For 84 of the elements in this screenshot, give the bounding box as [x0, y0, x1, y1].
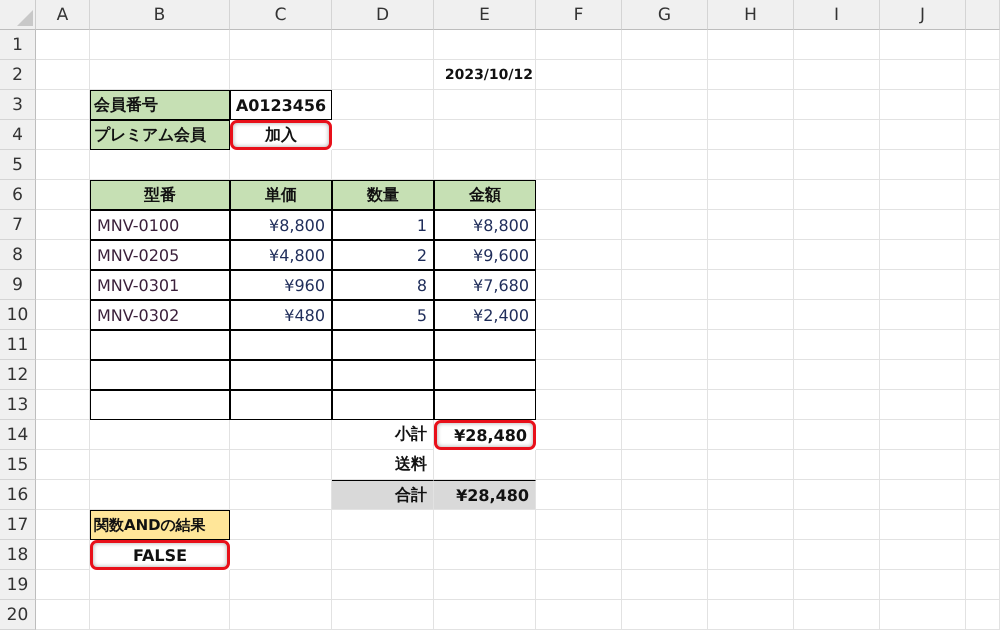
value-cell: A0123456 — [230, 90, 332, 120]
model-cell: MNV-0301 — [90, 270, 230, 300]
empty-cell — [966, 270, 1000, 300]
row-header[interactable]: 19 — [0, 570, 36, 600]
column-header[interactable]: F — [536, 0, 622, 30]
row-header[interactable]: 20 — [0, 600, 36, 630]
row-header[interactable]: 15 — [0, 450, 36, 480]
header-cell: 金額 — [434, 180, 536, 210]
column-header[interactable] — [966, 0, 1000, 30]
quantity-cell: 8 — [332, 270, 434, 300]
column-header[interactable]: E — [434, 0, 536, 30]
amount-cell: ¥8,800 — [434, 210, 536, 240]
column-header[interactable]: J — [880, 0, 966, 30]
empty-cell — [966, 240, 1000, 270]
row-header[interactable]: 2 — [0, 60, 36, 90]
header-cell: 数量 — [332, 180, 434, 210]
row-header[interactable]: 16 — [0, 480, 36, 510]
row-header[interactable]: 14 — [0, 420, 36, 450]
empty-cell — [966, 540, 1000, 570]
column-header[interactable]: I — [794, 0, 880, 30]
empty-cell — [966, 570, 1000, 600]
row-header[interactable]: 3 — [0, 90, 36, 120]
row-header[interactable]: 11 — [0, 330, 36, 360]
label-cell: 会員番号 — [90, 90, 230, 120]
model-cell: MNV-0100 — [90, 210, 230, 240]
column-header[interactable]: C — [230, 0, 332, 30]
value-cell: 加入 — [230, 120, 332, 150]
amount-cell: ¥2,400 — [434, 300, 536, 330]
label-cell: プレミアム会員 — [90, 120, 230, 150]
row-header[interactable]: 10 — [0, 300, 36, 330]
corner-cell[interactable] — [0, 0, 36, 30]
column-header[interactable]: G — [622, 0, 708, 30]
column-header[interactable]: B — [90, 0, 230, 30]
empty-cell — [966, 120, 1000, 150]
header-cell: 型番 — [90, 180, 230, 210]
row-header[interactable]: 8 — [0, 240, 36, 270]
row-header[interactable]: 13 — [0, 390, 36, 420]
row-header[interactable]: 12 — [0, 360, 36, 390]
empty-cell — [966, 330, 1000, 360]
empty-cell — [966, 390, 1000, 420]
price-cell: ¥4,800 — [230, 240, 332, 270]
empty-cell — [966, 150, 1000, 180]
price-cell: ¥960 — [230, 270, 332, 300]
row-header[interactable]: 5 — [0, 150, 36, 180]
price-cell: ¥480 — [230, 300, 332, 330]
column-header[interactable]: H — [708, 0, 794, 30]
column-header[interactable]: A — [36, 0, 90, 30]
result-label-cell: 関数ANDの結果 — [90, 510, 230, 540]
amount-cell: ¥9,600 — [434, 240, 536, 270]
empty-cell — [966, 420, 1000, 450]
column-header[interactable]: D — [332, 0, 434, 30]
amount-cell: ¥7,680 — [434, 270, 536, 300]
row-header[interactable]: 18 — [0, 540, 36, 570]
empty-cell — [966, 60, 1000, 90]
total-label-cell: 小計 — [332, 420, 434, 450]
empty-cell — [966, 450, 1000, 480]
empty-cell — [966, 480, 1000, 510]
quantity-cell: 1 — [332, 210, 434, 240]
quantity-cell: 2 — [332, 240, 434, 270]
model-cell: MNV-0302 — [90, 300, 230, 330]
price-cell: ¥8,800 — [230, 210, 332, 240]
empty-cell — [966, 180, 1000, 210]
empty-cell — [966, 600, 1000, 630]
empty-cell — [966, 210, 1000, 240]
total-label-cell: 合計 — [332, 480, 434, 510]
select-all-icon[interactable] — [17, 10, 33, 26]
row-header[interactable]: 4 — [0, 120, 36, 150]
total-value-cell: ¥28,480 — [434, 480, 536, 510]
empty-cell — [966, 510, 1000, 540]
header-cell: 単価 — [230, 180, 332, 210]
empty-cell — [966, 90, 1000, 120]
row-header[interactable]: 9 — [0, 270, 36, 300]
date-cell: 2023/10/12 — [434, 60, 536, 90]
empty-cell — [966, 300, 1000, 330]
quantity-cell: 5 — [332, 300, 434, 330]
row-header[interactable]: 7 — [0, 210, 36, 240]
row-header[interactable]: 1 — [0, 30, 36, 60]
row-header[interactable]: 6 — [0, 180, 36, 210]
empty-cell — [966, 360, 1000, 390]
empty-cell — [966, 30, 1000, 60]
total-value-cell: ¥28,480 — [434, 420, 536, 450]
result-cell: FALSE — [90, 540, 230, 570]
model-cell: MNV-0205 — [90, 240, 230, 270]
row-header[interactable]: 17 — [0, 510, 36, 540]
